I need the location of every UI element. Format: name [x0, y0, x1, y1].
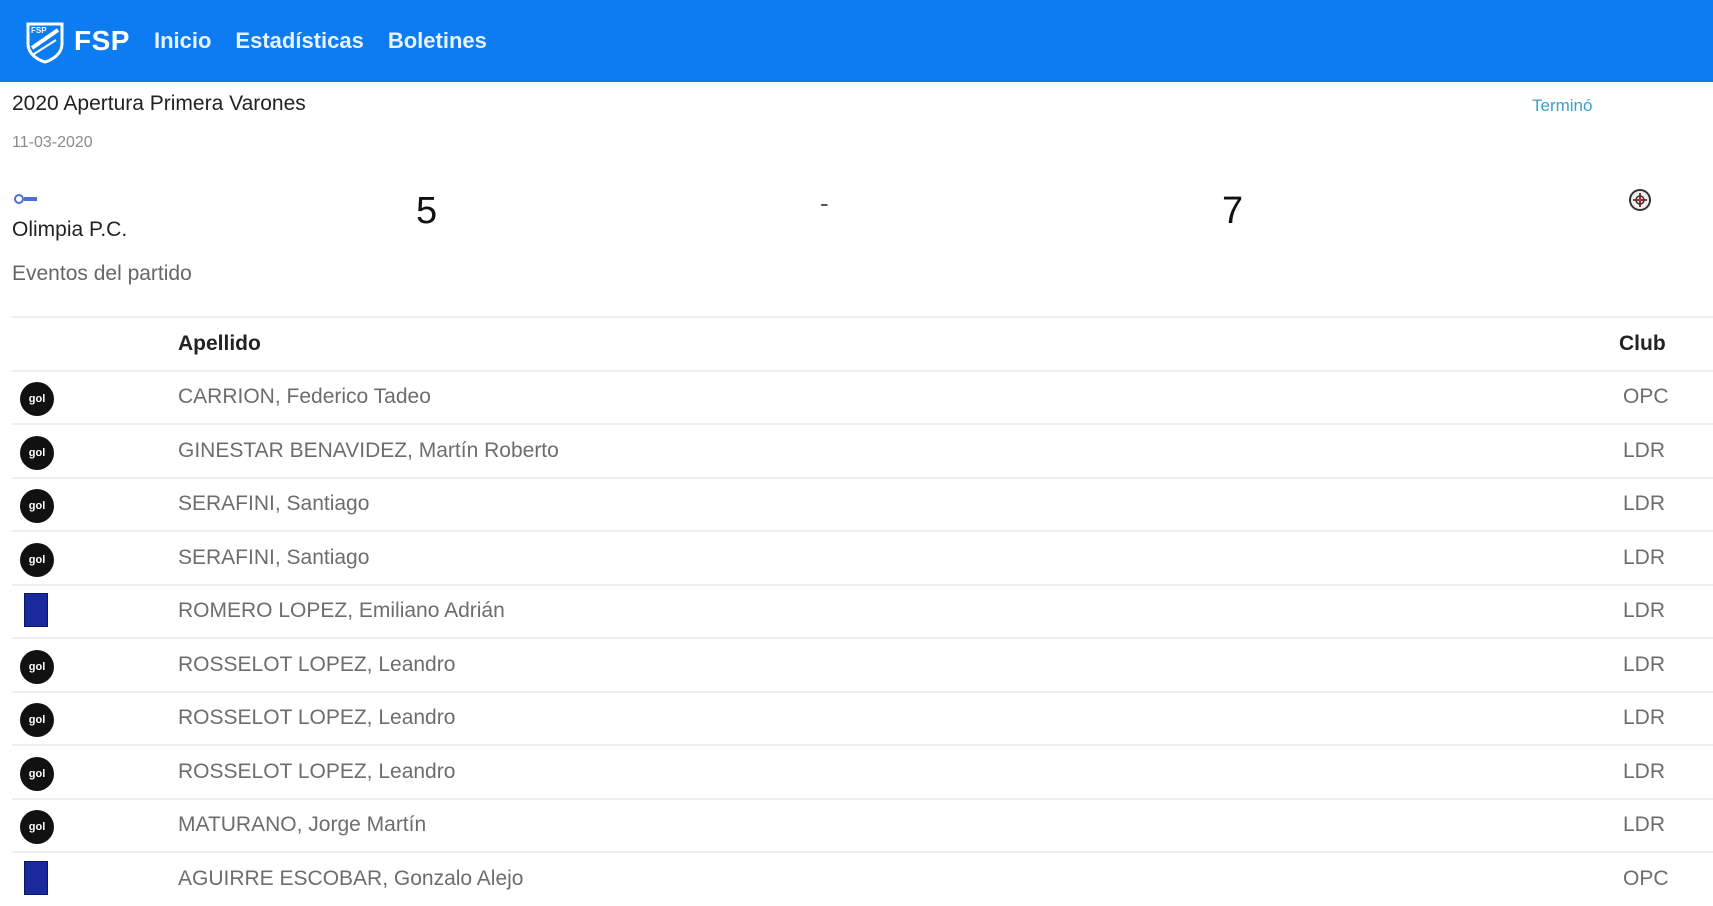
event-type-cell: gol	[12, 476, 178, 531]
score-separator: -	[820, 188, 829, 218]
event-type-cell	[12, 583, 178, 638]
match-events-table: Apellido Club gol CARRION, Federico Tadeo…	[12, 316, 1713, 906]
player-club: LDR	[1619, 583, 1713, 638]
player-name: SERAFINI, Santiago	[178, 476, 1619, 531]
gol-icon: gol	[20, 810, 54, 845]
table-row: gol CARRION, Federico Tadeo OPC	[12, 369, 1713, 424]
player-name: ROSSELOT LOPEZ, Leandro	[178, 690, 1619, 745]
header-icon-column	[12, 316, 178, 371]
table-row: gol ROSSELOT LOPEZ, Leandro LDR	[12, 744, 1713, 799]
player-club: LDR	[1619, 797, 1713, 852]
away-team-logo-icon	[1629, 189, 1651, 211]
player-name: ROMERO LOPEZ, Emiliano Adrián	[178, 583, 1619, 638]
events-section-title: Eventos del partido	[12, 262, 192, 285]
home-score: 5	[416, 190, 438, 232]
home-team-logo-icon	[14, 194, 37, 204]
gol-icon: gol	[20, 382, 54, 417]
player-club: OPC	[1619, 369, 1713, 424]
table-row: AGUIRRE ESCOBAR, Gonzalo Alejo OPC	[12, 851, 1713, 906]
player-club: LDR	[1619, 476, 1713, 531]
fsp-logo-icon: FSP	[26, 22, 64, 64]
event-type-cell: gol	[12, 744, 178, 799]
player-club: LDR	[1619, 744, 1713, 799]
blue-card-icon	[24, 861, 48, 896]
player-name: SERAFINI, Santiago	[178, 530, 1619, 585]
event-type-cell: gol	[12, 423, 178, 478]
table-row: gol MATURANO, Jorge Martín LDR	[12, 797, 1713, 852]
home-team-name: Olimpia P.C.	[12, 218, 128, 241]
away-score: 7	[1222, 190, 1244, 232]
nav-link-estadisticas[interactable]: Estadísticas	[235, 28, 363, 54]
match-title: 2020 Apertura Primera Varones	[12, 92, 306, 115]
gol-icon: gol	[20, 489, 54, 524]
table-row: gol GINESTAR BENAVIDEZ, Martín Roberto LDR	[12, 423, 1713, 478]
gol-icon: gol	[20, 649, 54, 684]
table-row: gol ROSSELOT LOPEZ, Leandro LDR	[12, 690, 1713, 745]
player-name: ROSSELOT LOPEZ, Leandro	[178, 637, 1619, 692]
logo-text: FSP	[74, 25, 130, 56]
player-club: LDR	[1619, 637, 1713, 692]
gol-icon: gol	[20, 703, 54, 738]
player-name: CARRION, Federico Tadeo	[178, 369, 1619, 424]
table-header-row: Apellido Club	[12, 316, 1713, 371]
player-name: AGUIRRE ESCOBAR, Gonzalo Alejo	[178, 851, 1619, 906]
gol-icon: gol	[20, 756, 54, 791]
top-navbar: FSP FSP Inicio Estadísticas Boletines	[0, 0, 1713, 82]
fsp-logo-link[interactable]: FSP FSP	[22, 18, 130, 64]
event-type-cell: gol	[12, 530, 178, 585]
event-type-cell	[12, 851, 178, 906]
table-row: gol SERAFINI, Santiago LDR	[12, 530, 1713, 585]
player-name: GINESTAR BENAVIDEZ, Martín Roberto	[178, 423, 1619, 478]
gol-icon: gol	[20, 435, 54, 470]
match-status: Terminó	[1532, 96, 1593, 115]
event-type-cell: gol	[12, 369, 178, 424]
header-club: Club	[1619, 316, 1713, 371]
player-club: LDR	[1619, 423, 1713, 478]
nav-link-inicio[interactable]: Inicio	[154, 28, 211, 54]
table-row: gol ROSSELOT LOPEZ, Leandro LDR	[12, 637, 1713, 692]
table-row: ROMERO LOPEZ, Emiliano Adrián LDR	[12, 583, 1713, 638]
player-club: LDR	[1619, 690, 1713, 745]
gol-icon: gol	[20, 542, 54, 577]
logo-badge-text: FSP	[31, 26, 47, 35]
table-row: gol SERAFINI, Santiago LDR	[12, 476, 1713, 531]
header-apellido: Apellido	[178, 316, 1619, 371]
player-name: MATURANO, Jorge Martín	[178, 797, 1619, 852]
event-type-cell: gol	[12, 637, 178, 692]
match-date: 11-03-2020	[12, 134, 93, 151]
blue-card-icon	[24, 593, 48, 628]
player-name: ROSSELOT LOPEZ, Leandro	[178, 744, 1619, 799]
event-type-cell: gol	[12, 690, 178, 745]
player-club: LDR	[1619, 530, 1713, 585]
event-type-cell: gol	[12, 797, 178, 852]
player-club: OPC	[1619, 851, 1713, 906]
nav-link-boletines[interactable]: Boletines	[388, 28, 487, 54]
